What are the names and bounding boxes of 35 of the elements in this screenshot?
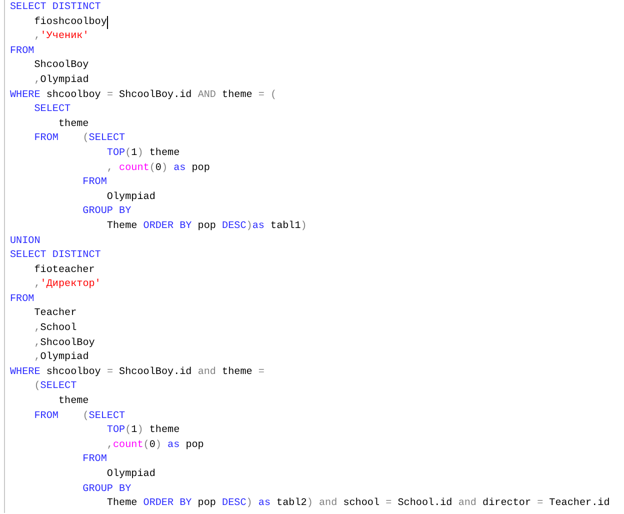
code-line: FROM	[10, 44, 34, 59]
code-line: Olympiad	[106, 468, 156, 482]
code-line: ShcoolBoy	[33, 59, 89, 74]
code-line: ,School	[33, 322, 77, 336]
code-line: ,Olympiad	[33, 74, 89, 88]
code-line: ,Olympiad	[33, 351, 89, 366]
code-line: (SELECT	[33, 380, 77, 394]
code-line: SELECT DISTINCT	[10, 1, 101, 15]
code-line: fioteacher	[33, 264, 95, 278]
code-line: SELECT	[33, 103, 71, 118]
code-line: ,count(0) as pop	[106, 438, 204, 453]
code-line: WHERE shcoolboy = ShcoolBoy.id and theme =	[10, 366, 264, 380]
code-line: FROM	[10, 292, 34, 307]
code-line: WHERE shcoolboy = ShcoolBoy.id AND theme = (	[10, 88, 277, 103]
code-line: TOP(1) theme	[106, 424, 180, 438]
code-line: fioshcoolboy	[33, 16, 107, 30]
code-line: SELECT DISTINCT	[10, 249, 101, 264]
code-line: , count(0) as pop	[106, 162, 210, 176]
code-line: FROM (SELECT	[33, 132, 126, 146]
code-line: FROM	[82, 176, 107, 190]
code-line: TOP(1) theme	[106, 146, 180, 161]
code-line: ,ShcoolBoy	[33, 336, 95, 351]
code-line: Olympiad	[106, 190, 156, 205]
code-line: ,'Директор'	[33, 278, 101, 292]
code-line: Teacher	[33, 307, 77, 322]
code-line: FROM	[82, 453, 107, 468]
code-line: theme	[57, 118, 89, 132]
code-line: FROM (SELECT	[33, 410, 126, 424]
code-line: theme	[57, 395, 89, 410]
code-line: ,'Ученик'	[33, 30, 89, 44]
code-line: Theme ORDER BY pop DESC)as tabl1)	[106, 220, 307, 234]
code-line: UNION	[10, 234, 40, 248]
code-line: GROUP BY	[82, 482, 132, 497]
code-line: Theme ORDER BY pop DESC) as tabl2) and school = School.id and director = Teacher.id	[106, 497, 610, 512]
code-line: GROUP BY	[82, 205, 132, 220]
